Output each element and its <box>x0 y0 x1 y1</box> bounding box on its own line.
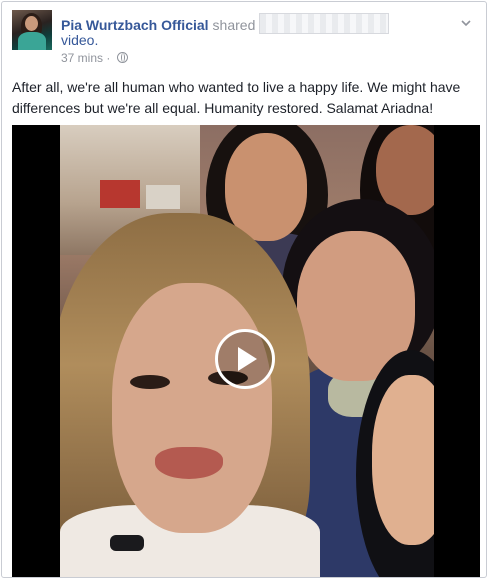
post-header: Pia Wurtzbach Official shared video. 37 m… <box>12 10 478 65</box>
shared-object-link[interactable]: video. <box>61 32 98 48</box>
post-message: After all, we're all human who wanted to… <box>12 79 461 116</box>
post-timestamp[interactable]: 37 mins <box>61 51 103 65</box>
post-card: Pia Wurtzbach Official shared video. 37 m… <box>1 1 487 578</box>
video-player[interactable] <box>12 125 480 577</box>
play-icon[interactable] <box>215 329 275 389</box>
chevron-down-icon[interactable] <box>460 16 472 28</box>
globe-icon[interactable] <box>116 52 128 63</box>
redacted-shared-name <box>259 13 390 34</box>
post-meta: 37 mins · <box>61 51 128 65</box>
post-headline: Pia Wurtzbach Official shared <box>61 13 390 34</box>
author-avatar[interactable] <box>12 10 52 50</box>
meta-separator: · <box>106 51 111 65</box>
share-action-text: shared <box>212 17 256 33</box>
author-name-link[interactable]: Pia Wurtzbach Official <box>61 17 209 33</box>
